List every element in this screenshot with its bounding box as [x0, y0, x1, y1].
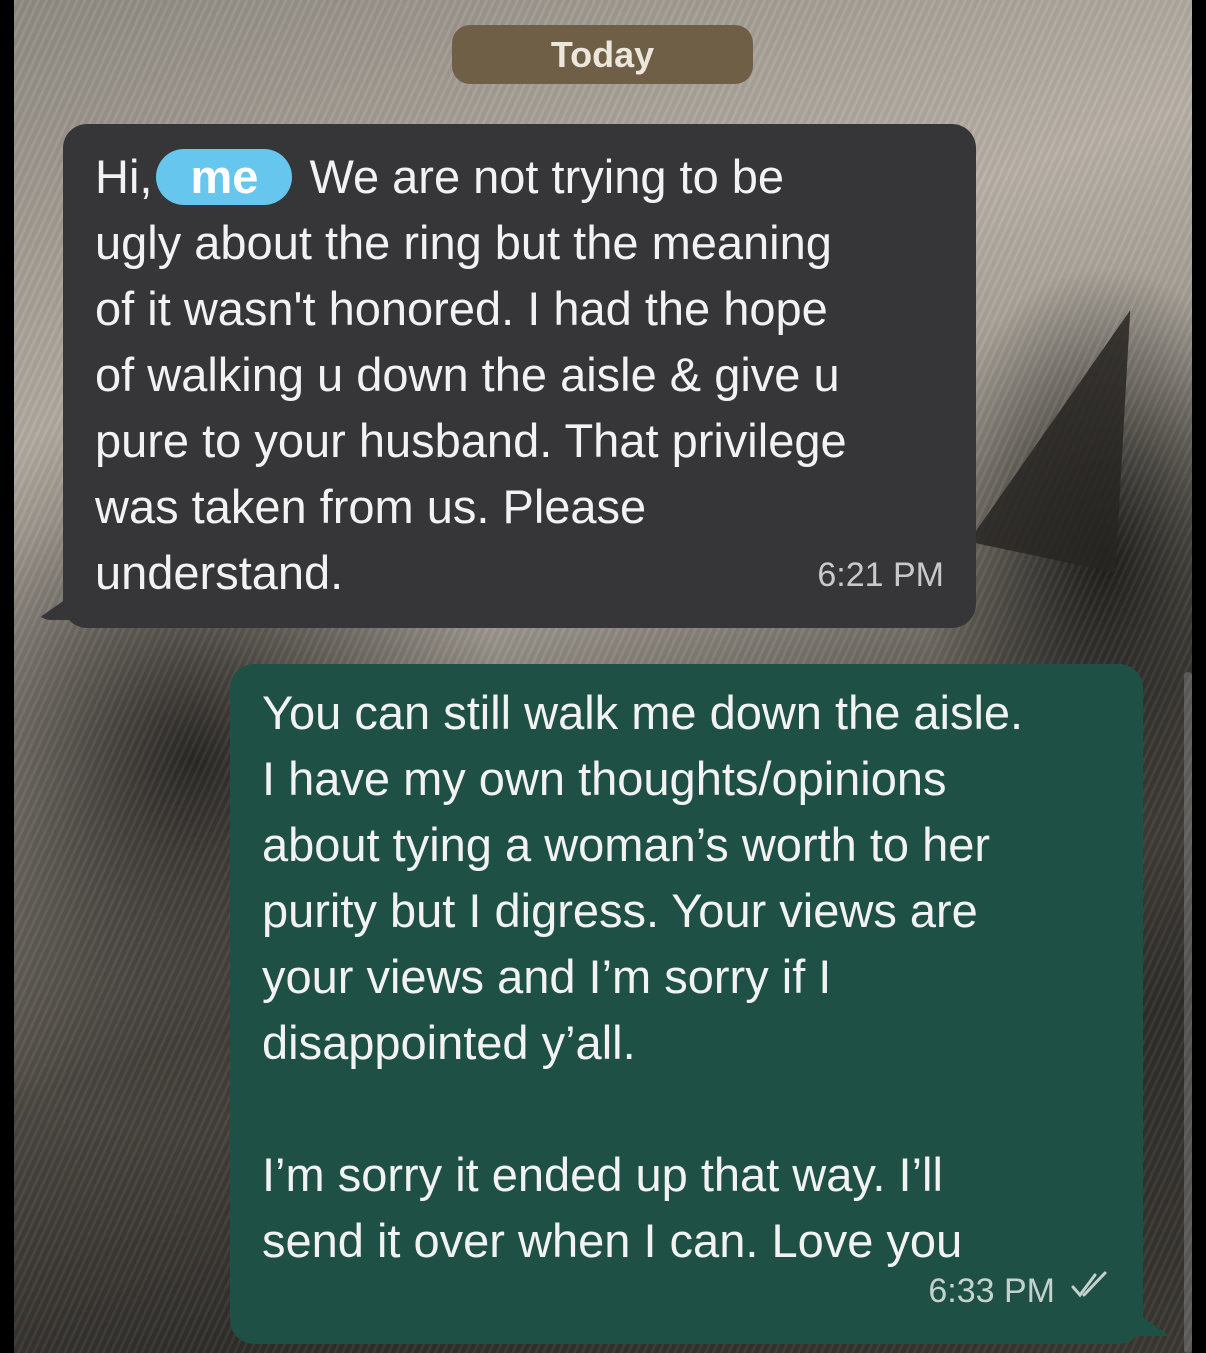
redacted-name-tag: me: [156, 149, 293, 205]
double-check-read-icon: [1069, 1256, 1109, 1322]
wallpaper-cat-ear: [968, 287, 1170, 573]
incoming-timestamp: 6:21 PM: [817, 556, 944, 594]
incoming-message-text: Hi, me We are not trying to be ugly about…: [95, 144, 944, 606]
outgoing-timestamp: 6:33 PM: [928, 1272, 1055, 1310]
scroll-indicator[interactable]: [1184, 672, 1192, 1353]
outgoing-message-bubble[interactable]: You can still walk me down the aisle. I …: [230, 664, 1143, 1344]
incoming-message-body: We are not trying to be ugly about the r…: [95, 150, 847, 599]
incoming-message-bubble[interactable]: Hi, me We are not trying to be ugly about…: [63, 124, 976, 628]
date-separator: Today: [452, 25, 753, 84]
outgoing-message-text: You can still walk me down the aisle. I …: [262, 686, 1024, 1267]
greeting-text: Hi,: [95, 150, 153, 203]
